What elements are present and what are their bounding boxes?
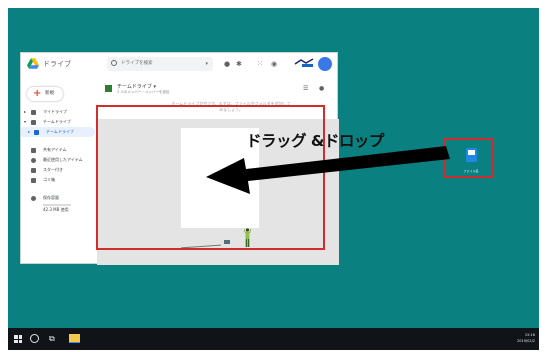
sidebar-item-team-drive-active[interactable]: ▸ チームドライブ [21, 127, 95, 137]
team-drive-folder-icon [105, 85, 112, 92]
avatar[interactable] [318, 57, 332, 71]
my-drive-icon [31, 110, 36, 115]
sidebar-item-recent[interactable]: 最近使用したアイテム [21, 155, 101, 165]
taskbar: ⧉ 15:16 2019/02/2 [8, 328, 539, 350]
search-input[interactable]: ドライブを検索 ▾ [107, 57, 213, 71]
help-icon[interactable]: ● [224, 59, 230, 69]
new-button[interactable]: + 新規 [27, 87, 63, 101]
info-icon[interactable]: ● [319, 85, 324, 92]
sidebar-item-trash[interactable]: ゴミ箱 [21, 175, 101, 185]
shared-icon [31, 148, 36, 153]
search-options-icon[interactable]: ▾ [205, 57, 208, 71]
clock-date: 2019/02/2 [517, 339, 535, 343]
apps-grid-icon[interactable]: ⁙ [257, 59, 263, 69]
new-button-label: 新規 [45, 91, 54, 96]
team-drive-icon [34, 130, 39, 135]
file-explorer-icon[interactable] [69, 334, 80, 343]
breadcrumb-members[interactable]: 3 人のメンバー・メンバーを追加 [117, 90, 169, 95]
sidebar-item-shared[interactable]: 共有アイテム [21, 145, 101, 155]
team-drive-icon [31, 120, 36, 125]
sidebar-item-team-drives[interactable]: ▾ チームドライブ [21, 117, 101, 127]
drive-logo-icon [27, 58, 39, 69]
search-icon [111, 60, 117, 66]
sidebar-nav: ▸ マイドライブ ▾ チームドライブ ▸ チームドライブ 共有アイテム 最近使用… [21, 107, 101, 214]
list-view-icon[interactable]: ☰ [303, 85, 308, 92]
sidebar-item-my-drive[interactable]: ▸ マイドライブ [21, 107, 101, 117]
drag-arrow-icon [206, 146, 450, 194]
cortana-search-icon[interactable] [30, 334, 39, 343]
clock-icon [31, 158, 36, 163]
org-logo-icon [294, 58, 314, 67]
notification-icon[interactable]: ◉ [271, 59, 277, 69]
plus-icon: + [33, 88, 42, 99]
star-icon [31, 168, 36, 173]
search-placeholder: ドライブを検索 [121, 61, 153, 66]
app-title: ドライブ [43, 60, 71, 68]
task-view-icon[interactable]: ⧉ [49, 334, 55, 344]
settings-icon[interactable]: ✱ [236, 59, 242, 69]
breadcrumb-title[interactable]: チームドライブ ▾ [117, 83, 156, 90]
sidebar-item-storage[interactable]: 保存容量 [21, 193, 101, 203]
cloud-icon [31, 196, 36, 201]
system-clock[interactable]: 15:16 2019/02/2 [517, 332, 535, 344]
trash-icon [31, 178, 36, 183]
start-button-icon[interactable] [14, 335, 22, 343]
sidebar-item-starred[interactable]: スター付き [21, 165, 101, 175]
storage-usage: 42.3 MB 使用 [43, 206, 69, 212]
